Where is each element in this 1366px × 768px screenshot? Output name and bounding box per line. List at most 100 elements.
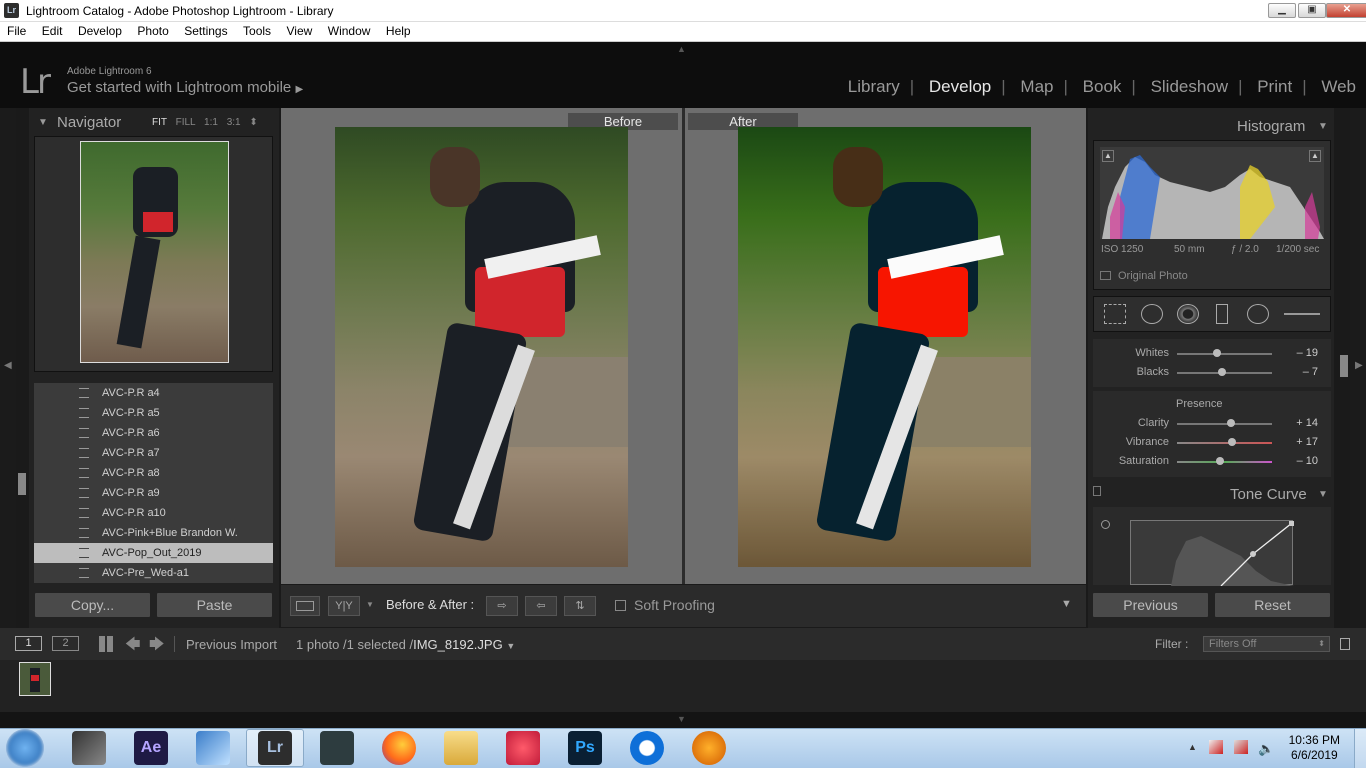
- tone-curve-toggle[interactable]: [1093, 486, 1101, 496]
- filename-dropdown-icon[interactable]: ▼: [506, 641, 515, 651]
- after-effects-icon[interactable]: Ae: [134, 731, 168, 765]
- zoom-fit[interactable]: FIT: [152, 117, 167, 128]
- secondary-window-button[interactable]: 2: [52, 636, 79, 651]
- targeted-adjustment-icon[interactable]: [1101, 520, 1110, 529]
- crop-tool-icon[interactable]: [1104, 304, 1126, 324]
- shadow-clipping-icon[interactable]: ▲: [1102, 150, 1114, 162]
- module-slideshow[interactable]: Slideshow: [1141, 77, 1239, 96]
- module-web[interactable]: Web: [1311, 77, 1366, 96]
- firefox-icon[interactable]: [382, 731, 416, 765]
- module-develop[interactable]: Develop: [919, 77, 1001, 96]
- module-print[interactable]: Print: [1247, 77, 1302, 96]
- zoom-stepper-icon[interactable]: ⬍: [249, 117, 257, 128]
- screen-recorder-icon[interactable]: [506, 731, 540, 765]
- graduated-filter-icon[interactable]: [1216, 304, 1228, 324]
- menu-view[interactable]: View: [283, 22, 317, 38]
- whites-value[interactable]: – 19: [1278, 347, 1318, 359]
- whites-slider-knob[interactable]: [1212, 349, 1221, 357]
- blacks-slider-knob[interactable]: [1217, 368, 1226, 376]
- histogram-collapse-icon[interactable]: ▼: [1318, 121, 1328, 132]
- expand-left-panel-icon[interactable]: ◀: [4, 360, 12, 371]
- preset-item[interactable]: AVC-P.R a5: [34, 403, 273, 423]
- start-button[interactable]: [6, 729, 44, 767]
- navigator-collapse-icon[interactable]: ▼: [38, 117, 48, 128]
- menu-photo[interactable]: Photo: [133, 22, 172, 38]
- app-icon[interactable]: [196, 731, 230, 765]
- radial-filter-icon[interactable]: [1247, 304, 1269, 324]
- photoshop-icon[interactable]: Ps: [568, 731, 602, 765]
- vibrance-value[interactable]: + 17: [1278, 436, 1318, 448]
- blacks-value[interactable]: – 7: [1278, 366, 1318, 378]
- zoom-3-1[interactable]: 3:1: [227, 117, 241, 128]
- grid-view-icon[interactable]: [99, 636, 115, 652]
- clarity-value[interactable]: + 14: [1278, 417, 1318, 429]
- reset-button[interactable]: Reset: [1214, 592, 1331, 618]
- right-scrollbar-thumb[interactable]: [1340, 355, 1348, 377]
- audio-app-icon[interactable]: [692, 731, 726, 765]
- tone-curve-graph[interactable]: [1130, 520, 1294, 587]
- maximize-button[interactable]: ▣: [1298, 3, 1326, 18]
- vibrance-slider-track[interactable]: [1177, 442, 1272, 444]
- preset-item[interactable]: AVC-P.R a9: [34, 483, 273, 503]
- paste-settings-button[interactable]: Paste: [156, 592, 273, 618]
- menu-tools[interactable]: Tools: [239, 22, 275, 38]
- back-arrow-icon[interactable]: 🡄: [125, 634, 141, 659]
- preset-item[interactable]: AVC-Pre_Wed-a1: [34, 563, 273, 583]
- module-book[interactable]: Book: [1073, 77, 1132, 96]
- tone-curve-endpoint[interactable]: [1289, 521, 1294, 526]
- minimize-button[interactable]: ▁: [1268, 3, 1296, 18]
- get-started-mobile-link[interactable]: Get started with Lightroom mobile ▶: [67, 79, 303, 96]
- left-scrollbar-thumb[interactable]: [18, 473, 26, 495]
- swap-before-after-button[interactable]: ⇅: [564, 596, 596, 616]
- preset-item[interactable]: AVC-P.R a4: [34, 383, 273, 403]
- tone-curve-point[interactable]: [1250, 551, 1256, 557]
- view-mode-dropdown-icon[interactable]: ▼: [366, 600, 374, 609]
- soft-proofing-checkbox[interactable]: [615, 600, 626, 611]
- preset-item[interactable]: AVC-P.R a8: [34, 463, 273, 483]
- spot-removal-tool-icon[interactable]: [1141, 304, 1163, 324]
- filmora-icon[interactable]: [320, 731, 354, 765]
- action-center-icon[interactable]: [1209, 740, 1223, 754]
- menu-window[interactable]: Window: [324, 22, 375, 38]
- whites-slider-track[interactable]: [1177, 353, 1272, 355]
- navigator-thumbnail[interactable]: [80, 141, 229, 363]
- show-desktop-button[interactable]: [1354, 729, 1366, 768]
- source-label[interactable]: Previous Import: [186, 637, 277, 652]
- menu-develop[interactable]: Develop: [74, 22, 126, 38]
- preset-item[interactable]: AVC-P.R a7: [34, 443, 273, 463]
- copy-settings-button[interactable]: Copy...: [34, 592, 151, 618]
- preset-item[interactable]: AVC-Pink+Blue Brandon W.: [34, 523, 273, 543]
- primary-window-button[interactable]: 1: [15, 636, 42, 651]
- system-clock[interactable]: 10:36 PM 6/6/2019: [1289, 733, 1340, 763]
- collapse-top-panel-icon[interactable]: ▲: [677, 44, 686, 54]
- menu-help[interactable]: Help: [382, 22, 415, 38]
- zoom-fill[interactable]: FILL: [176, 117, 196, 128]
- collapse-filmstrip-icon[interactable]: ▼: [677, 714, 686, 724]
- show-hidden-icons[interactable]: ▲: [1188, 742, 1197, 752]
- tone-curve-collapse-icon[interactable]: ▼: [1318, 489, 1328, 500]
- teamviewer-icon[interactable]: [630, 731, 664, 765]
- preset-item-selected[interactable]: AVC-Pop_Out_2019: [34, 543, 273, 563]
- menu-file[interactable]: File: [3, 22, 30, 38]
- preset-item[interactable]: AVC-P.R a6: [34, 423, 273, 443]
- toolbar-content-dropdown-icon[interactable]: ▼: [1061, 598, 1072, 610]
- previous-settings-button[interactable]: Previous: [1092, 592, 1209, 618]
- module-library[interactable]: Library: [838, 77, 910, 96]
- adjustment-brush-icon[interactable]: [1284, 313, 1320, 315]
- red-eye-tool-icon[interactable]: [1177, 304, 1199, 324]
- original-photo-checkbox[interactable]: [1100, 271, 1111, 280]
- expand-right-panel-icon[interactable]: ▶: [1355, 360, 1363, 371]
- after-photo[interactable]: [738, 127, 1031, 567]
- highlight-clipping-icon[interactable]: ▲: [1309, 150, 1321, 162]
- saturation-value[interactable]: – 10: [1278, 455, 1318, 467]
- loupe-view-button[interactable]: [290, 596, 320, 616]
- clarity-slider-track[interactable]: [1177, 423, 1272, 425]
- copy-after-to-before-button[interactable]: ⇦: [525, 596, 557, 616]
- file-explorer-icon[interactable]: [444, 731, 478, 765]
- saturation-slider-knob[interactable]: [1215, 457, 1224, 465]
- network-icon[interactable]: [1234, 740, 1248, 754]
- copy-before-to-after-button[interactable]: ⇨: [486, 596, 518, 616]
- menu-edit[interactable]: Edit: [38, 22, 67, 38]
- before-photo[interactable]: [335, 127, 628, 567]
- video-app-icon[interactable]: [72, 731, 106, 765]
